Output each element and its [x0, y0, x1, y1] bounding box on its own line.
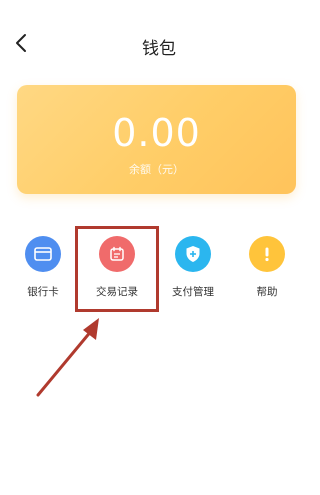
menu-item-bank-card[interactable]: 银行卡: [13, 236, 73, 300]
balance-amount: 0.00: [112, 111, 201, 155]
balance-card: 0.00 余额（元）: [17, 85, 296, 194]
menu-item-help[interactable]: 帮助: [237, 236, 297, 300]
highlight-box: [75, 226, 159, 312]
menu-label: 银行卡: [27, 286, 59, 298]
card-icon: [25, 236, 61, 272]
menu-label: 支付管理: [172, 286, 214, 298]
balance-label: 余额（元）: [129, 163, 184, 176]
info-icon: [249, 236, 285, 272]
menu-label: 帮助: [256, 286, 278, 298]
header: 钱包: [0, 0, 318, 90]
page-title: 钱包: [142, 39, 176, 59]
shield-icon: [175, 236, 211, 272]
menu-item-payment-management[interactable]: 支付管理: [163, 236, 223, 300]
